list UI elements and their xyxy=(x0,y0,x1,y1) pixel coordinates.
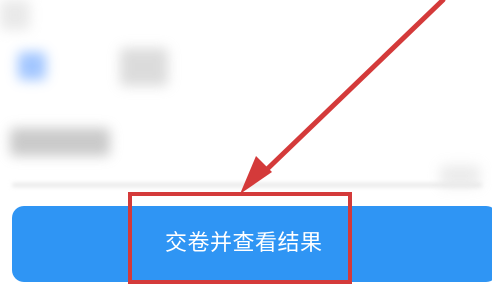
blurred-blue-option xyxy=(18,52,46,80)
blurred-content-top-left xyxy=(0,0,30,30)
blurred-text-line xyxy=(10,128,110,156)
section-divider xyxy=(12,183,482,187)
page: 交卷并查看结果 xyxy=(0,0,492,287)
blurred-grey-option xyxy=(120,48,168,86)
submit-and-view-results-label: 交卷并查看结果 xyxy=(165,231,323,256)
